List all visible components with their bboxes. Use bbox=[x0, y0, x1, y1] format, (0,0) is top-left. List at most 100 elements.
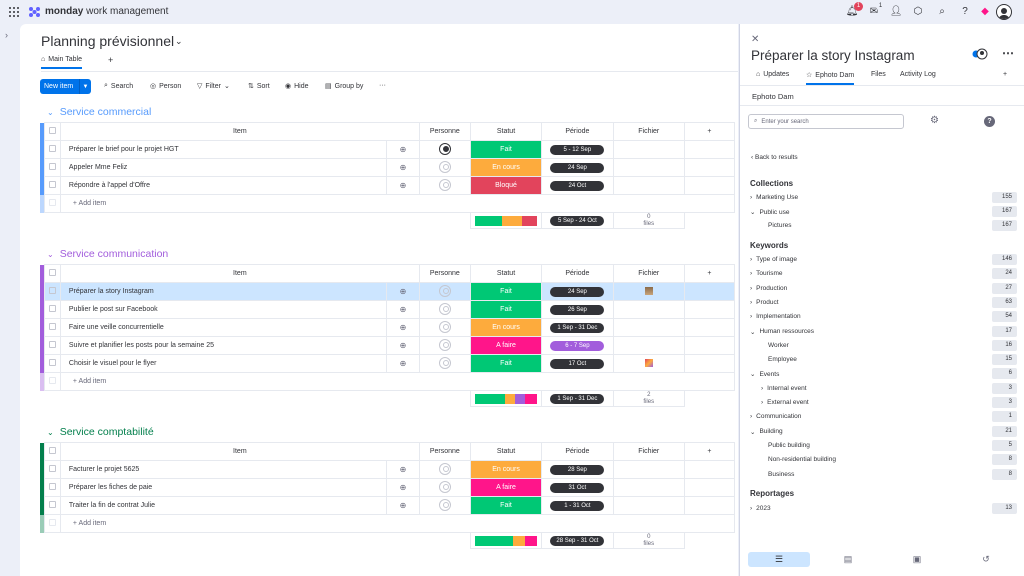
invite-members-icon[interactable]: 👤︎ bbox=[889, 5, 903, 19]
chevron-right-icon[interactable]: › bbox=[750, 299, 752, 306]
period-cell[interactable]: 24 Sep bbox=[541, 282, 614, 301]
period-cell[interactable]: 17 Oct bbox=[541, 354, 614, 373]
facet-item[interactable]: Employee bbox=[768, 356, 797, 363]
facet-item[interactable]: › External event bbox=[761, 399, 809, 406]
item-name[interactable]: Choisir le visuel pour le flyer bbox=[59, 354, 388, 373]
table-row[interactable]: Traiter la fin de contrat Julie ⊕ Fait 1 - … bbox=[40, 496, 736, 515]
add-update-icon[interactable]: ⊕ bbox=[386, 282, 420, 301]
gear-icon[interactable]: ⚙ bbox=[930, 115, 939, 126]
file-cell[interactable] bbox=[612, 176, 685, 195]
facet-item[interactable]: Non-residential building bbox=[768, 456, 836, 463]
add-item-input[interactable]: + Add item bbox=[59, 514, 736, 533]
group-title[interactable]: ⌄ Service communication bbox=[47, 248, 168, 260]
files-summary[interactable]: 0 files bbox=[612, 532, 685, 549]
period-cell[interactable]: 24 Sep bbox=[541, 158, 614, 177]
add-item-row[interactable]: + Add item bbox=[40, 372, 736, 391]
add-update-icon[interactable]: ⊕ bbox=[386, 354, 420, 373]
file-cell[interactable] bbox=[612, 354, 685, 373]
chevron-down-icon[interactable]: ⌄ bbox=[750, 328, 755, 336]
chevron-down-icon[interactable]: ▼ bbox=[79, 79, 91, 94]
item-name[interactable]: Préparer le brief pour le projet HGT bbox=[59, 140, 388, 159]
person-cell[interactable] bbox=[418, 336, 471, 355]
chevron-right-icon[interactable]: › bbox=[761, 385, 763, 392]
facet-item[interactable]: ⌄ Human ressources bbox=[750, 328, 814, 336]
list-view-icon[interactable]: ☰ bbox=[748, 552, 810, 567]
file-cell[interactable] bbox=[612, 336, 685, 355]
period-cell[interactable]: 5 - 12 Sep bbox=[541, 140, 614, 159]
select-all-checkbox[interactable] bbox=[43, 122, 61, 141]
row-checkbox[interactable] bbox=[43, 176, 61, 195]
add-update-icon[interactable]: ⊕ bbox=[386, 176, 420, 195]
table-row[interactable]: Publier le post sur Facebook ⊕ Fait 26 Sep bbox=[40, 300, 736, 319]
column-header-status[interactable]: Statut bbox=[469, 442, 543, 461]
select-all-checkbox[interactable] bbox=[43, 442, 61, 461]
status-cell[interactable]: Bloqué bbox=[469, 176, 543, 195]
chevron-right-icon[interactable]: › bbox=[750, 194, 752, 201]
column-header-period[interactable]: Période bbox=[541, 442, 614, 461]
facet-item[interactable]: › Communication bbox=[750, 413, 801, 420]
monday-switcher-icon[interactable]: ◆ bbox=[978, 5, 992, 19]
apps-marketplace-icon[interactable]: ⬡ bbox=[911, 5, 925, 19]
add-tab-button[interactable]: + bbox=[1003, 71, 1007, 78]
chevron-right-icon[interactable]: › bbox=[750, 313, 752, 320]
status-summary[interactable] bbox=[469, 212, 543, 229]
column-header-file[interactable]: Fichier bbox=[612, 264, 685, 283]
add-update-icon[interactable]: ⊕ bbox=[386, 496, 420, 515]
chevron-down-icon[interactable]: ⌄ bbox=[750, 370, 755, 378]
facet-item[interactable]: Public building bbox=[768, 442, 810, 449]
facet-item[interactable]: › Marketing Use bbox=[750, 194, 798, 201]
group-title[interactable]: ⌄ Service commercial bbox=[47, 106, 151, 118]
row-checkbox[interactable] bbox=[43, 158, 61, 177]
facet-item[interactable]: › Internal event bbox=[761, 385, 807, 392]
facet-item[interactable]: › Production bbox=[750, 285, 787, 292]
status-cell[interactable]: Fait bbox=[469, 496, 543, 515]
chevron-right-icon[interactable]: › bbox=[750, 285, 752, 292]
status-cell[interactable]: Fait bbox=[469, 140, 543, 159]
table-row[interactable]: Répondre à l'appel d'Offre ⊕ Bloqué 24 Oct bbox=[40, 176, 736, 195]
history-icon[interactable]: ↺ bbox=[955, 552, 1017, 567]
row-checkbox[interactable] bbox=[43, 478, 61, 497]
chevron-down-icon[interactable]: ⌄ bbox=[175, 36, 183, 47]
column-header-period[interactable]: Période bbox=[541, 264, 614, 283]
column-header-person[interactable]: Personne bbox=[418, 264, 471, 283]
person-cell[interactable] bbox=[418, 158, 471, 177]
chevron-down-icon[interactable]: ⌄ bbox=[47, 108, 54, 117]
image-view-icon[interactable]: ▣ bbox=[886, 552, 948, 567]
status-cell[interactable]: A faire bbox=[469, 336, 543, 355]
period-cell[interactable]: 31 Oct bbox=[541, 478, 614, 497]
column-header-item[interactable]: Item bbox=[59, 122, 420, 141]
person-cell[interactable] bbox=[418, 496, 471, 515]
person-filter-button[interactable]: ◎ Person bbox=[150, 82, 181, 91]
column-header-period[interactable]: Période bbox=[541, 122, 614, 141]
facet-item[interactable]: ⌄ Events bbox=[750, 370, 779, 379]
table-row[interactable]: Appeler Mme Feliz ⊕ En cours 24 Sep bbox=[40, 158, 736, 177]
item-name[interactable]: Préparer les fiches de paie bbox=[59, 478, 388, 497]
select-all-checkbox[interactable] bbox=[43, 264, 61, 283]
chevron-down-icon[interactable]: ⌄ bbox=[47, 428, 54, 437]
dam-search-input[interactable]: ⌕ Enter your search bbox=[748, 114, 904, 129]
table-row[interactable]: Facturer le projet 5625 ⊕ En cours 28 Sep bbox=[40, 460, 736, 479]
more-options-button[interactable]: ··· bbox=[379, 82, 386, 89]
facet-item[interactable]: Worker bbox=[768, 342, 789, 349]
period-summary[interactable]: 5 Sep - 24 Oct bbox=[541, 212, 614, 229]
add-item-row[interactable]: + Add item bbox=[40, 514, 736, 533]
person-cell[interactable] bbox=[418, 282, 471, 301]
facet-item[interactable]: › Implementation bbox=[750, 313, 801, 320]
row-checkbox[interactable] bbox=[43, 318, 61, 337]
row-checkbox[interactable] bbox=[43, 460, 61, 479]
facet-item[interactable]: › 2023 bbox=[750, 505, 771, 512]
column-header-person[interactable]: Personne bbox=[418, 122, 471, 141]
file-thumbnail[interactable] bbox=[644, 286, 653, 295]
apps-grid-icon[interactable] bbox=[9, 7, 19, 17]
search-icon[interactable]: ⌕ bbox=[935, 5, 949, 19]
group-by-button[interactable]: ▤ Group by bbox=[325, 82, 363, 91]
status-cell[interactable]: Fait bbox=[469, 282, 543, 301]
column-header-item[interactable]: Item bbox=[59, 264, 420, 283]
column-header-status[interactable]: Statut bbox=[469, 264, 543, 283]
expand-sidebar-icon[interactable]: › bbox=[5, 30, 8, 40]
search-button[interactable]: ⌕ Search bbox=[104, 82, 133, 90]
column-header-person[interactable]: Personne bbox=[418, 442, 471, 461]
status-summary[interactable] bbox=[469, 390, 543, 407]
add-update-icon[interactable]: ⊕ bbox=[386, 336, 420, 355]
item-name[interactable]: Préparer la story Instagram bbox=[59, 282, 388, 301]
